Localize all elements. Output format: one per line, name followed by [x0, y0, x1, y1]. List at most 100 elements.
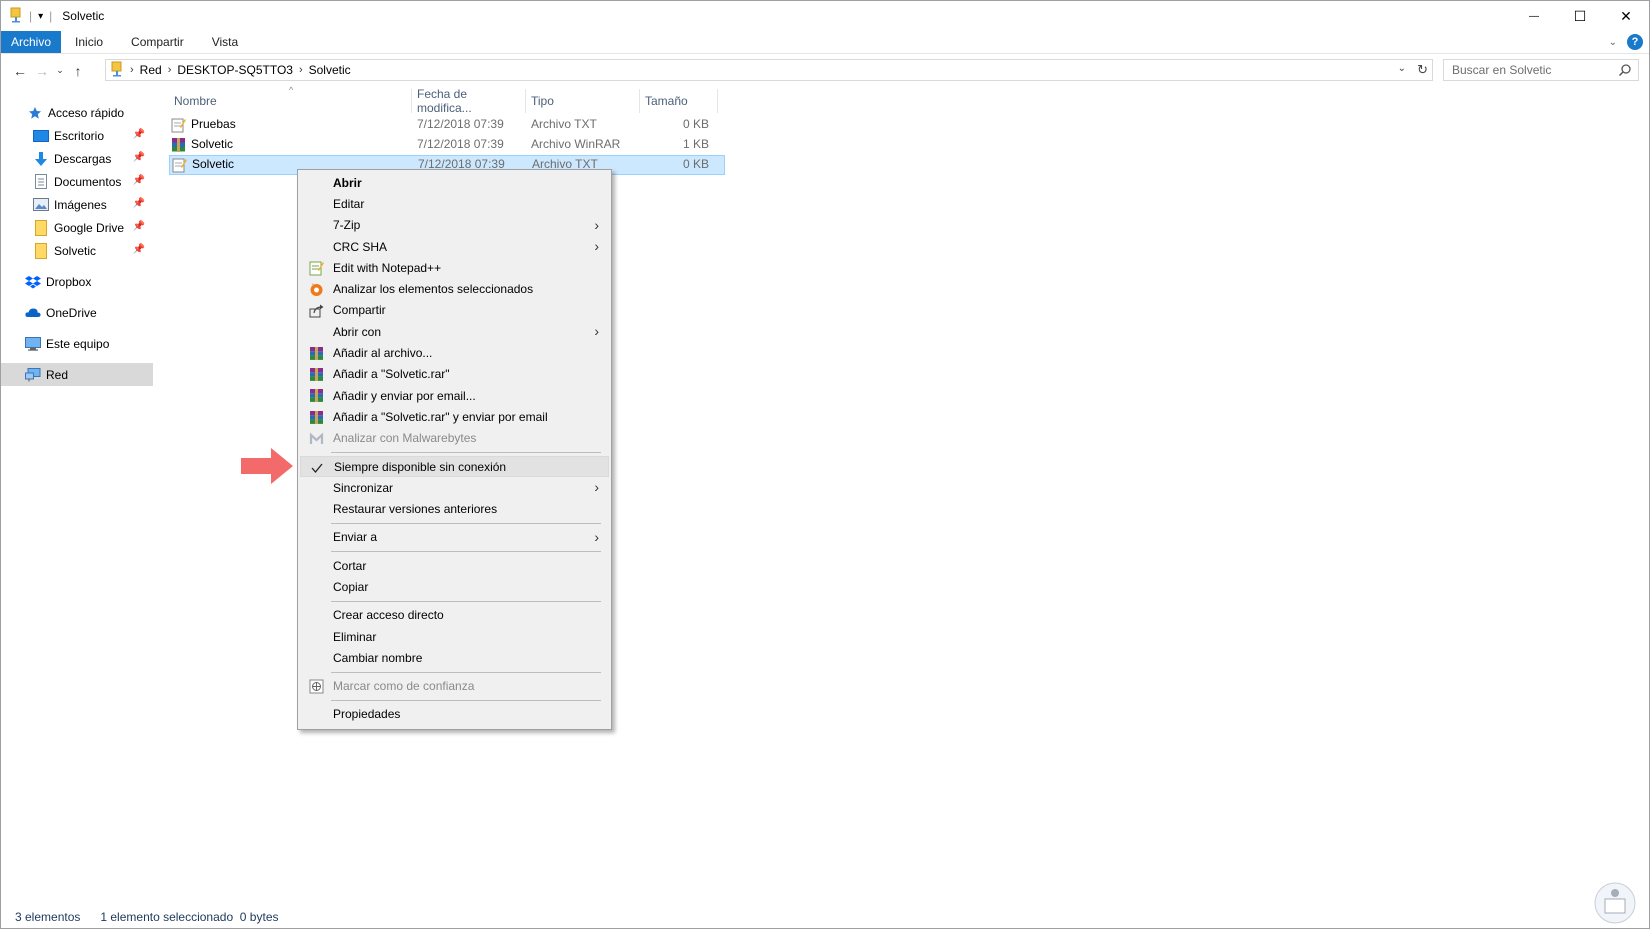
help-icon[interactable]: ? — [1627, 34, 1643, 50]
breadcrumb-solvetic[interactable]: Solvetic — [305, 63, 355, 77]
menu-item-label: CRC SHA — [333, 239, 388, 254]
menu-item-label: Copiar — [333, 579, 369, 594]
share-icon — [308, 303, 324, 319]
file-row-solvetic-rar[interactable]: Solvetic 7/12/2018 07:39 Archivo WinRAR … — [169, 135, 725, 155]
file-name: Solvetic — [191, 137, 234, 151]
menu-item-compartir[interactable]: Compartir — [300, 300, 609, 321]
sidebar-item-acceso-rapido[interactable]: Acceso rápido — [1, 101, 153, 124]
menu-item-restaurar-versiones[interactable]: Restaurar versiones anteriores — [300, 498, 609, 519]
folder-icon — [33, 219, 49, 236]
refresh-icon[interactable]: ↻ — [1417, 62, 1428, 78]
selection-info: 1 elemento seleccionado 0 bytes — [100, 910, 279, 924]
column-header-tipo[interactable]: Tipo — [526, 89, 640, 113]
tab-inicio[interactable]: Inicio — [61, 31, 117, 53]
sidebar-item-descargas[interactable]: Descargas 📌 — [1, 147, 153, 170]
menu-item-marcar-confianza: Marcar como de confianza — [300, 676, 609, 697]
pin-icon[interactable]: 📌 — [133, 175, 145, 186]
checkmark-icon — [309, 460, 325, 476]
submenu-chevron-icon: › — [594, 528, 599, 545]
file-size: 0 KB — [682, 157, 709, 171]
sidebar-item-imagenes[interactable]: Imágenes 📌 — [1, 193, 153, 216]
sidebar-item-solvetic[interactable]: Solvetic 📌 — [1, 239, 153, 262]
shield-icon — [308, 679, 324, 695]
menu-item-sincronizar[interactable]: Sincronizar › — [300, 477, 609, 498]
sidebar-item-escritorio[interactable]: Escritorio 📌 — [1, 124, 153, 147]
breadcrumb-separator-icon[interactable]: › — [297, 64, 305, 76]
pin-icon[interactable]: 📌 — [133, 152, 145, 163]
menu-item-anadir-solvetic-rar[interactable]: Añadir a "Solvetic.rar" — [300, 364, 609, 385]
tab-compartir[interactable]: Compartir — [117, 31, 198, 53]
forward-arrow-icon[interactable]: → — [31, 60, 53, 82]
menu-item-cambiar-nombre[interactable]: Cambiar nombre — [300, 647, 609, 668]
document-icon — [33, 174, 49, 190]
sidebar-item-label: Escritorio — [54, 128, 105, 143]
menu-item-label: Analizar los elementos seleccionados — [333, 282, 534, 297]
menu-item-label: Marcar como de confianza — [333, 679, 475, 694]
menu-separator — [331, 699, 601, 701]
column-label: Fecha de modifica... — [417, 87, 472, 115]
back-arrow-icon[interactable]: ← — [9, 60, 31, 82]
column-header-nombre[interactable]: Nombre — [169, 89, 412, 113]
sidebar-item-red[interactable]: Red — [1, 363, 153, 386]
star-icon — [27, 105, 43, 121]
close-button[interactable]: ✕ — [1603, 1, 1649, 31]
pin-icon[interactable]: 📌 — [133, 244, 145, 255]
up-arrow-icon[interactable]: ↑ — [67, 60, 89, 82]
sidebar-item-documentos[interactable]: Documentos 📌 — [1, 170, 153, 193]
toolbar-divider: | — [29, 9, 33, 23]
minimize-button[interactable]: — — [1511, 1, 1557, 31]
context-menu: Abrir Editar 7-Zip › CRC SHA › Edit with N… — [297, 169, 612, 730]
breadcrumb-separator-icon[interactable]: › — [166, 64, 174, 76]
sidebar-item-onedrive[interactable]: OneDrive — [1, 301, 153, 324]
sidebar-item-label: Dropbox — [46, 274, 92, 289]
pin-icon[interactable]: 📌 — [133, 129, 145, 140]
file-name: Pruebas — [191, 117, 236, 131]
address-bar[interactable]: › Red › DESKTOP-SQ5TTO3 › Solvetic ⌄ ↻ — [105, 59, 1433, 81]
text-file-icon — [171, 117, 186, 136]
customize-toolbar-icon[interactable]: ▾ — [38, 11, 43, 22]
submenu-chevron-icon: › — [594, 323, 599, 340]
column-label: Nombre — [174, 94, 217, 108]
menu-item-crc-sha[interactable]: CRC SHA › — [300, 236, 609, 257]
menu-item-editar[interactable]: Editar — [300, 193, 609, 214]
file-row-pruebas[interactable]: Pruebas 7/12/2018 07:39 Archivo TXT 0 KB — [169, 115, 725, 135]
search-icon[interactable] — [1618, 63, 1632, 77]
breadcrumb-separator-icon[interactable]: › — [128, 64, 136, 76]
menu-item-anadir-solvetic-rar-email[interactable]: Añadir a "Solvetic.rar" y enviar por ema… — [300, 406, 609, 427]
pin-icon[interactable]: 📌 — [133, 221, 145, 232]
menu-item-abrir[interactable]: Abrir — [300, 172, 609, 193]
column-header-tamano[interactable]: Tamaño — [640, 89, 718, 113]
menu-item-crear-acceso-directo[interactable]: Crear acceso directo — [300, 605, 609, 626]
menu-item-abrir-con[interactable]: Abrir con › — [300, 321, 609, 342]
explorer-window: | ▾ | Solvetic — ☐ ✕ Archivo Inicio Comp… — [0, 0, 1650, 929]
search-input[interactable]: Buscar en Solvetic — [1443, 59, 1639, 81]
menu-item-copiar[interactable]: Copiar — [300, 576, 609, 597]
tab-archivo[interactable]: Archivo — [1, 31, 62, 53]
menu-item-anadir-archivo[interactable]: Añadir al archivo... — [300, 342, 609, 363]
recent-locations-icon[interactable]: ⌄ — [53, 60, 67, 82]
pin-icon[interactable]: 📌 — [133, 198, 145, 209]
sidebar-item-este-equipo[interactable]: Este equipo — [1, 332, 153, 355]
menu-item-label: Edit with Notepad++ — [333, 260, 442, 275]
menu-item-eliminar[interactable]: Eliminar — [300, 626, 609, 647]
sidebar-item-label: Red — [46, 367, 69, 382]
menu-item-siempre-disponible[interactable]: Siempre disponible sin conexión — [300, 455, 609, 478]
expand-ribbon-icon[interactable]: ⌄ — [1609, 37, 1617, 48]
menu-item-edit-notepadpp[interactable]: Edit with Notepad++ — [300, 257, 609, 278]
menu-item-propiedades[interactable]: Propiedades — [300, 704, 609, 725]
maximize-button[interactable]: ☐ — [1557, 1, 1603, 31]
sidebar-item-label: Acceso rápido — [48, 105, 125, 120]
breadcrumb-desktop[interactable]: DESKTOP-SQ5TTO3 — [173, 63, 297, 77]
menu-item-anadir-enviar-email[interactable]: Añadir y enviar por email... — [300, 385, 609, 406]
sidebar-item-dropbox[interactable]: Dropbox — [1, 270, 153, 293]
address-dropdown-icon[interactable]: ⌄ — [1398, 63, 1406, 74]
sidebar-item-google-drive[interactable]: Google Drive 📌 — [1, 216, 153, 239]
column-header-fecha[interactable]: Fecha de modifica... — [412, 87, 526, 115]
menu-item-enviar-a[interactable]: Enviar a › — [300, 527, 609, 548]
menu-item-analizar-seleccionados[interactable]: Analizar los elementos seleccionados — [300, 278, 609, 299]
menu-item-cortar[interactable]: Cortar — [300, 555, 609, 576]
menu-item-7zip[interactable]: 7-Zip › — [300, 215, 609, 236]
breadcrumb-red[interactable]: Red — [136, 63, 166, 77]
tab-vista[interactable]: Vista — [198, 31, 252, 53]
